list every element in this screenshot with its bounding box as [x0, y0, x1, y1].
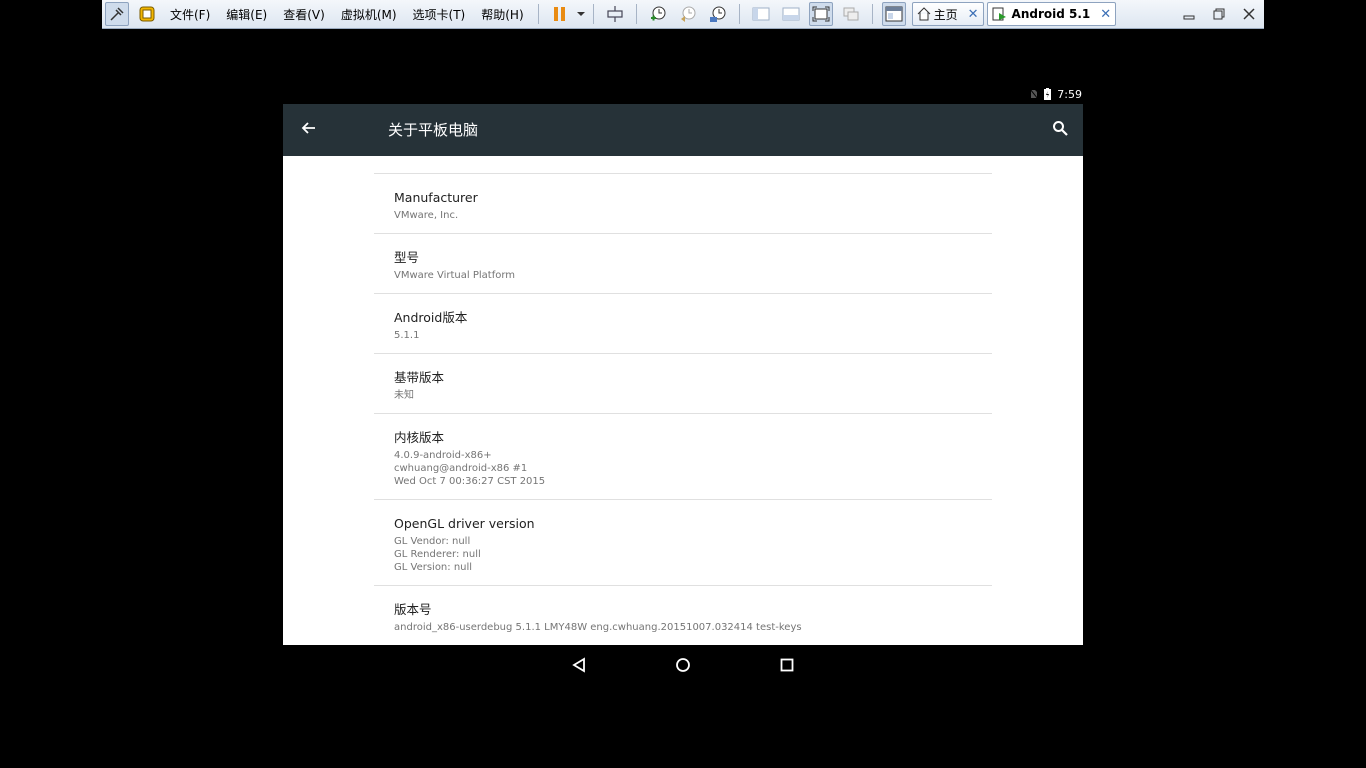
- android-nav-bar: [283, 645, 1083, 685]
- tab-home[interactable]: 主页 ✕: [911, 2, 984, 26]
- page-title: 关于平板电脑: [388, 121, 479, 139]
- search-icon[interactable]: [1048, 116, 1072, 140]
- status-time: 7:59: [1057, 87, 1082, 101]
- item-summary: 4.0.9-android-x86+ cwhuang@android-x86 #…: [394, 450, 546, 487]
- item-title: Android版本: [394, 310, 468, 325]
- close-icon[interactable]: ✕: [968, 7, 979, 22]
- item-title: 版本号: [394, 602, 432, 617]
- item-summary: VMware, Inc.: [394, 210, 459, 221]
- snapshot-manager-icon[interactable]: [706, 2, 730, 26]
- back-arrow-icon[interactable]: [297, 116, 321, 140]
- item-title: 型号: [394, 250, 420, 265]
- list-item-opengl-version[interactable]: OpenGL driver version GL Vendor: null GL…: [374, 499, 992, 585]
- power-dropdown-icon[interactable]: [575, 2, 587, 26]
- minimize-icon[interactable]: [1174, 2, 1204, 26]
- pause-icon[interactable]: [548, 2, 572, 26]
- list-item-kernel-version[interactable]: 内核版本 4.0.9-android-x86+ cwhuang@android-…: [374, 413, 992, 499]
- toolbar-separator: [537, 4, 539, 24]
- nav-recents-icon[interactable]: [777, 655, 797, 675]
- item-title: 内核版本: [394, 430, 445, 445]
- toolbar-separator: [871, 4, 873, 24]
- library-icon[interactable]: [881, 2, 906, 26]
- list-item-manufacturer[interactable]: Manufacturer VMware, Inc.: [374, 173, 992, 233]
- settings-about-screen: 关于平板电脑 Manufacturer VMware, Inc. 型号 VMwa…: [283, 104, 1083, 645]
- item-summary: GL Vendor: null GL Renderer: null GL Ver…: [394, 536, 481, 573]
- pin-icon[interactable]: [105, 2, 129, 26]
- window-controls: [1174, 2, 1264, 26]
- item-summary: 5.1.1: [394, 330, 420, 341]
- vmware-toolbar: 文件(F) 编辑(E) 查看(V) 虚拟机(M) 选项卡(T) 帮助(H) 主页: [102, 0, 1264, 29]
- menu-file[interactable]: 文件(F): [162, 6, 218, 23]
- menu-vm[interactable]: 虚拟机(M): [333, 6, 405, 23]
- fullscreen-icon[interactable]: [808, 2, 833, 26]
- item-summary: android_x86-userdebug 5.1.1 LMY48W eng.c…: [394, 622, 802, 633]
- vm-tab-icon: [992, 7, 1006, 21]
- toolbar-separator: [635, 4, 637, 24]
- home-icon: [917, 7, 930, 21]
- list-item-model[interactable]: 型号 VMware Virtual Platform: [374, 233, 992, 293]
- toolbar-separator: [592, 4, 594, 24]
- list-item-build-number[interactable]: 版本号 android_x86-userdebug 5.1.1 LMY48W e…: [374, 585, 992, 645]
- tab-home-label: 主页: [933, 7, 958, 22]
- list-item-android-version[interactable]: Android版本 5.1.1: [374, 293, 992, 353]
- app-bar: 关于平板电脑: [283, 104, 1083, 156]
- toolbar-separator: [738, 4, 740, 24]
- item-summary: VMware Virtual Platform: [394, 270, 516, 281]
- close-window-icon[interactable]: [1234, 2, 1264, 26]
- menu-view[interactable]: 查看(V): [275, 6, 333, 23]
- nav-home-icon[interactable]: [673, 655, 693, 675]
- view-sidebar-icon[interactable]: [749, 2, 773, 26]
- list-item-baseband-version[interactable]: 基带版本 未知: [374, 353, 992, 413]
- item-title: OpenGL driver version: [394, 516, 535, 531]
- tab-android[interactable]: Android 5.1 ✕: [986, 2, 1117, 26]
- android-status-bar: 7:59: [1016, 86, 1082, 102]
- no-sim-icon: [1030, 89, 1039, 99]
- unity-mode-icon[interactable]: [839, 2, 863, 26]
- menu-edit[interactable]: 编辑(E): [218, 6, 275, 23]
- item-title: 基带版本: [394, 370, 445, 385]
- snapshot-take-icon[interactable]: [646, 2, 670, 26]
- item-title: Manufacturer: [394, 190, 478, 205]
- view-thumbnail-icon[interactable]: [779, 2, 803, 26]
- vm-console-icon[interactable]: [135, 2, 159, 26]
- item-summary: 未知: [394, 390, 414, 401]
- menu-help[interactable]: 帮助(H): [473, 6, 531, 23]
- tab-android-label: Android 5.1: [1011, 7, 1091, 21]
- about-list: Manufacturer VMware, Inc. 型号 VMware Virt…: [374, 173, 992, 645]
- menu-tabs[interactable]: 选项卡(T): [405, 6, 474, 23]
- restore-icon[interactable]: [1204, 2, 1234, 26]
- nav-back-icon[interactable]: [569, 655, 589, 675]
- snapshot-revert-icon[interactable]: [676, 2, 700, 26]
- battery-charging-icon: [1044, 88, 1052, 100]
- close-icon[interactable]: ✕: [1100, 7, 1111, 22]
- send-ctrl-alt-del-icon[interactable]: [603, 2, 627, 26]
